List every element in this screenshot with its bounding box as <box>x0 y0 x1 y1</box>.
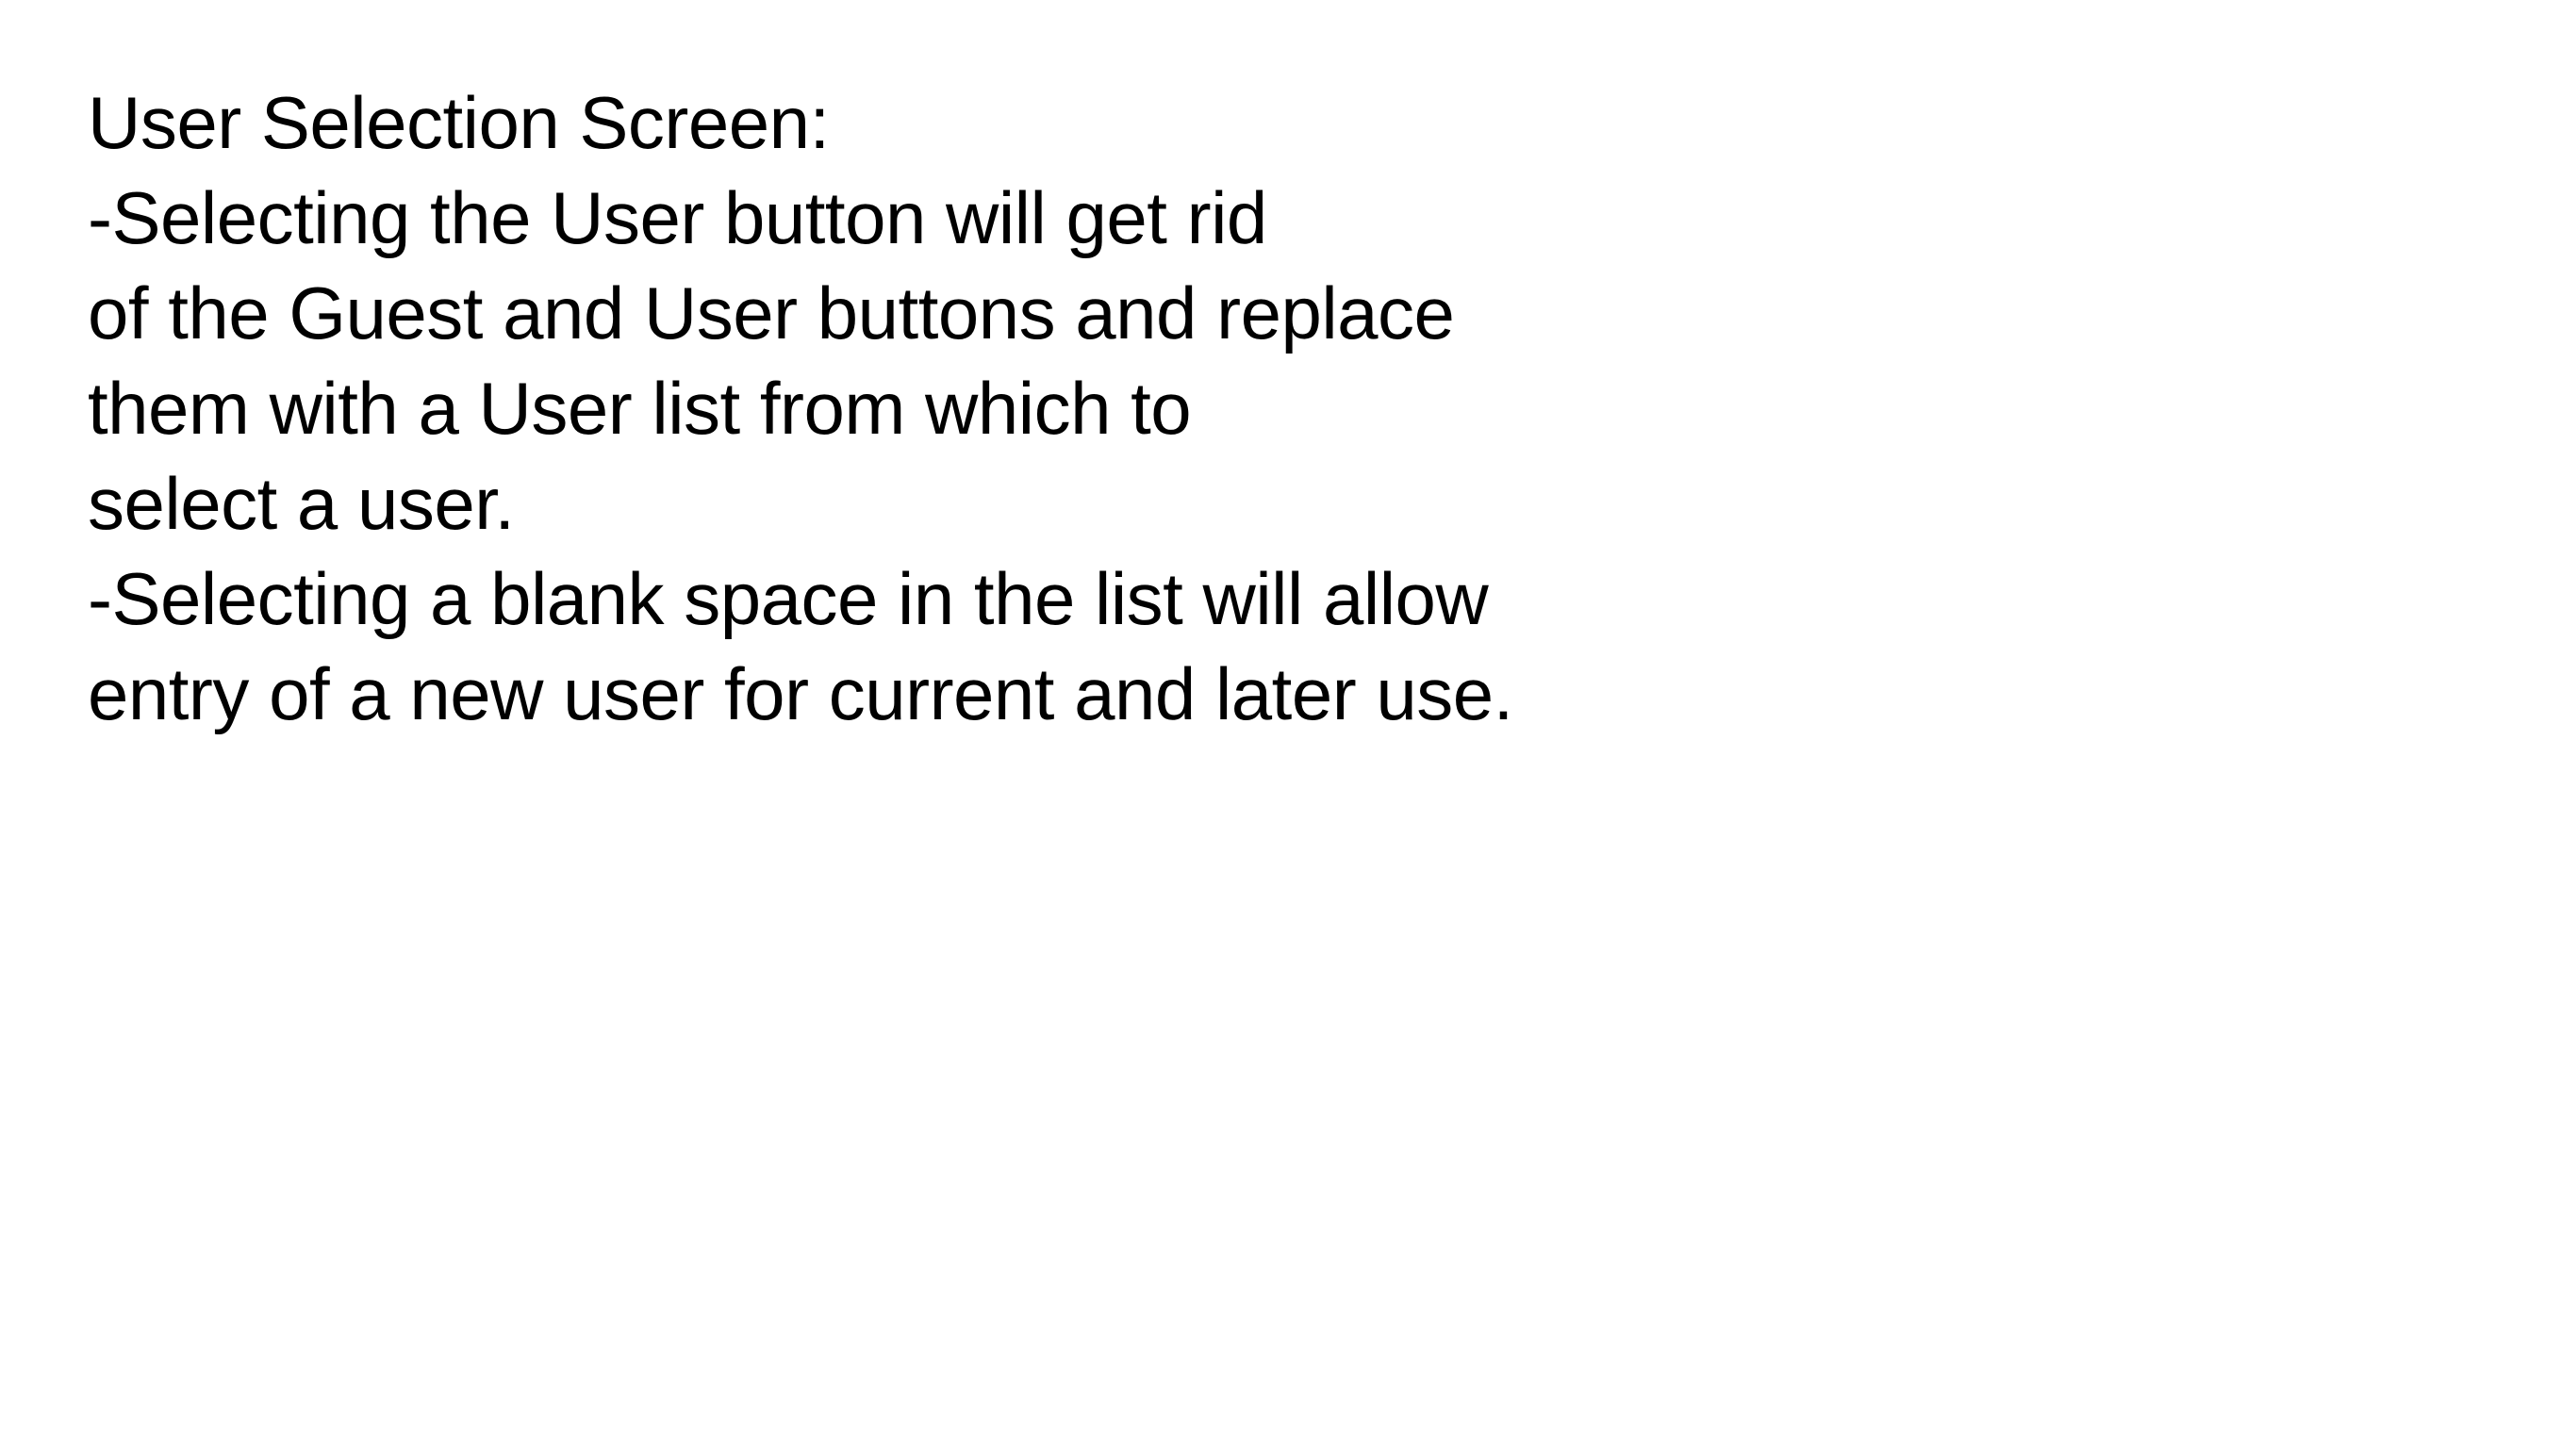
note-line-5: -Selecting a blank space in the list wil… <box>88 557 1489 640</box>
note-line-3: them with a User list from which to <box>88 367 1192 450</box>
note-heading: User Selection Screen: <box>88 81 830 164</box>
note-line-4: select a user. <box>88 462 515 545</box>
note-line-6: entry of a new user for current and late… <box>88 652 1513 735</box>
note-line-2: of the Guest and User buttons and replac… <box>88 272 1455 354</box>
note-line-1: -Selecting the User button will get rid <box>88 176 1267 259</box>
annotation-text-block: User Selection Screen: -Selecting the Us… <box>88 75 1785 742</box>
